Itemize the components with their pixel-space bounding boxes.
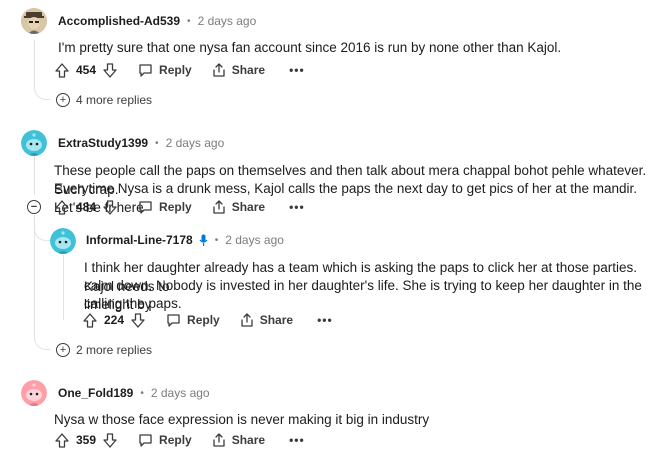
collapse-thread-button[interactable]: − (27, 200, 41, 214)
avatar[interactable] (21, 380, 47, 406)
share-button[interactable]: Share (240, 313, 293, 327)
downvote-icon[interactable] (102, 62, 118, 78)
more-options-button[interactable]: ••• (289, 63, 305, 77)
comment-author[interactable]: ExtraStudy1399 (58, 136, 148, 150)
plus-icon: + (56, 343, 70, 357)
comment-text: Nysa w those face expression is never ma… (54, 412, 430, 427)
share-label: Share (231, 200, 266, 214)
reply-label: Reply (159, 433, 192, 447)
meta-separator: • (187, 15, 191, 27)
reply-button[interactable]: Reply (166, 313, 220, 327)
thread-line (34, 155, 35, 195)
more-options-button[interactable]: ••• (289, 200, 305, 214)
downvote-icon[interactable] (102, 199, 118, 215)
share-label: Share (259, 313, 294, 327)
snoo-avatar-icon (50, 228, 76, 254)
share-icon (241, 313, 253, 327)
vote-score: 484 (76, 200, 97, 214)
share-button[interactable]: Share (212, 200, 265, 214)
reply-icon (139, 434, 152, 447)
comment-timestamp[interactable]: 2 days ago (151, 386, 210, 400)
reply-label: Reply (187, 313, 220, 327)
comment-author[interactable]: Accomplished-Ad539 (58, 14, 180, 28)
share-icon (213, 63, 225, 77)
share-button[interactable]: Share (212, 433, 265, 447)
avatar-character-icon (21, 8, 47, 34)
more-replies-label: 4 more replies (76, 93, 153, 107)
vote-score: 454 (76, 63, 97, 77)
more-options-button[interactable]: ••• (317, 313, 333, 327)
meta-separator: • (140, 387, 144, 399)
avatar[interactable] (21, 130, 47, 156)
share-label: Share (231, 63, 266, 77)
share-icon (213, 433, 225, 447)
share-button[interactable]: Share (212, 63, 265, 77)
comment-actions: 359 Reply Share ••• (54, 430, 305, 450)
comment-actions: 224 Reply Share ••• (82, 310, 333, 330)
comment-text: I'm pretty sure that one nysa fan accoun… (58, 40, 562, 55)
comment-actions: 454 Reply Share ••• (54, 60, 305, 80)
share-icon (213, 200, 225, 214)
comment-timestamp[interactable]: 2 days ago (225, 233, 284, 247)
snoo-avatar-icon (21, 130, 47, 156)
reply-button[interactable]: Reply (138, 63, 192, 77)
reply-button[interactable]: Reply (138, 200, 192, 214)
comment-author[interactable]: Informal-Line-7178 (86, 233, 193, 247)
upvote-icon[interactable] (54, 199, 70, 215)
reply-label: Reply (159, 200, 192, 214)
more-replies-button[interactable]: + 4 more replies (56, 93, 152, 107)
plus-icon: + (56, 93, 70, 107)
reply-icon (139, 201, 152, 214)
thread-curve (34, 80, 50, 100)
comment-author[interactable]: One_Fold189 (58, 386, 133, 400)
upvote-icon[interactable] (82, 312, 98, 328)
reply-icon (139, 64, 152, 77)
more-options-button[interactable]: ••• (289, 433, 305, 447)
reply-button[interactable]: Reply (138, 433, 192, 447)
more-replies-label: 2 more replies (76, 343, 153, 357)
comment-timestamp[interactable]: 2 days ago (198, 14, 257, 28)
meta-separator: • (155, 137, 159, 149)
comment-timestamp[interactable]: 2 days ago (166, 136, 225, 150)
vote-score: 224 (104, 313, 125, 327)
downvote-icon[interactable] (102, 432, 118, 448)
avatar[interactable] (21, 8, 47, 34)
microphone-icon (199, 234, 208, 247)
thread-curve (34, 225, 50, 241)
comment-actions: 484 Reply Share ••• (54, 197, 305, 217)
avatar[interactable] (50, 228, 76, 254)
snoo-avatar-icon (21, 380, 47, 406)
thread-line (63, 255, 64, 320)
more-replies-button[interactable]: + 2 more replies (56, 343, 152, 357)
downvote-icon[interactable] (130, 312, 146, 328)
reply-label: Reply (159, 63, 192, 77)
upvote-icon[interactable] (54, 432, 70, 448)
vote-score: 359 (76, 433, 97, 447)
reply-icon (167, 314, 180, 327)
thread-curve (34, 330, 50, 350)
upvote-icon[interactable] (54, 62, 70, 78)
share-label: Share (231, 433, 266, 447)
meta-separator: • (214, 234, 219, 246)
